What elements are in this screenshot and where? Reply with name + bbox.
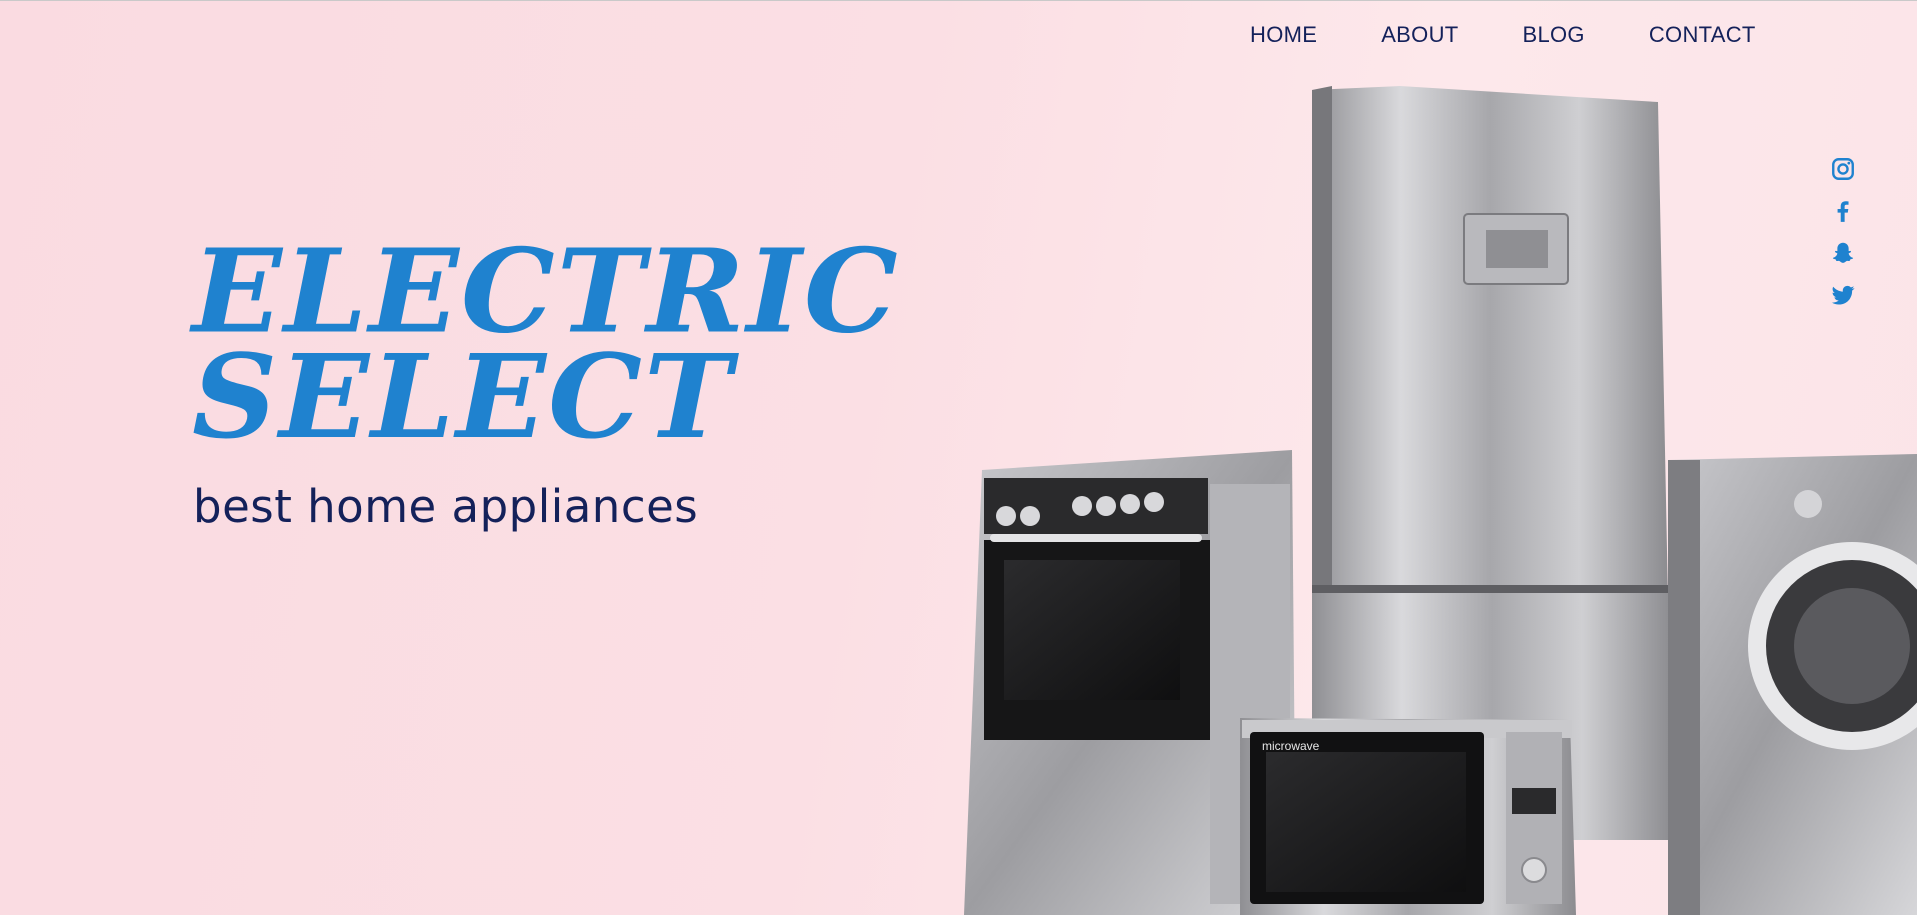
appliances-image: microwave <box>964 86 1917 915</box>
brand-tagline: best home appliances <box>193 480 699 533</box>
nav-home-link[interactable]: HOME <box>1230 22 1349 48</box>
hero-page: HOME ABOUT BLOG CONTACT ELECTRIC SELECT … <box>0 0 1917 915</box>
main-nav: HOME ABOUT BLOG CONTACT <box>1230 22 1788 48</box>
microwave: microwave <box>1240 718 1576 915</box>
top-divider <box>0 0 1917 1</box>
brand-title-line2: SELECT <box>192 328 734 465</box>
nav-about-link[interactable]: ABOUT <box>1349 22 1490 48</box>
brand-title: ELECTRIC SELECT <box>192 233 900 465</box>
washing-machine <box>1668 454 1917 915</box>
microwave-label: microwave <box>1262 739 1320 753</box>
nav-contact-link[interactable]: CONTACT <box>1617 22 1788 48</box>
nav-blog-link[interactable]: BLOG <box>1491 22 1617 48</box>
